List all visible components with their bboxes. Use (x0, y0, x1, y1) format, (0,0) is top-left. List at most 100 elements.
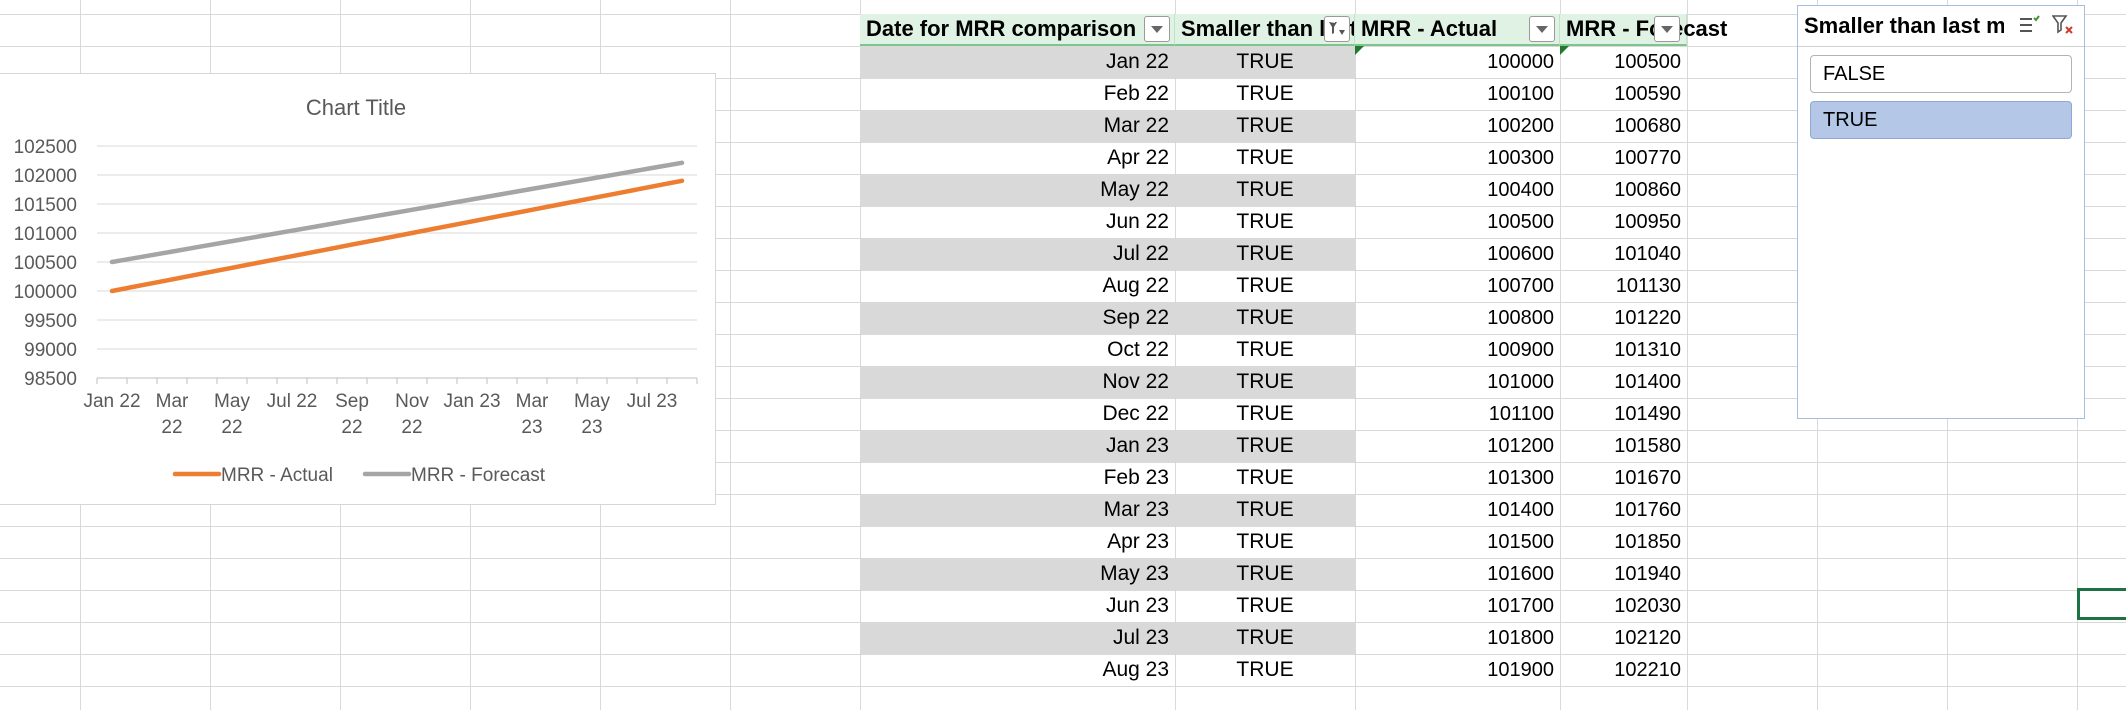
cell-smaller[interactable]: TRUE (1175, 590, 1355, 622)
table-row[interactable]: Oct 22 TRUE 100900 101310 (860, 334, 1687, 366)
cell-smaller[interactable]: TRUE (1175, 558, 1355, 590)
cell-actual[interactable]: 100900 (1355, 334, 1560, 366)
slicer-panel[interactable]: Smaller than last mo... FALSE TRUE (1797, 5, 2085, 419)
cell-actual[interactable]: 100200 (1355, 110, 1560, 142)
table-row[interactable]: Feb 23 TRUE 101300 101670 (860, 462, 1687, 494)
table-row[interactable]: Dec 22 TRUE 101100 101490 (860, 398, 1687, 430)
cell-actual[interactable]: 100100 (1355, 78, 1560, 110)
cell-smaller[interactable]: TRUE (1175, 78, 1355, 110)
cell-forecast[interactable]: 101400 (1560, 366, 1687, 398)
clear-filter-icon[interactable] (2051, 15, 2074, 40)
header-smaller[interactable]: Smaller than last month (1175, 14, 1355, 46)
cell-actual[interactable]: 100000 (1355, 46, 1560, 78)
cell-smaller[interactable]: TRUE (1175, 526, 1355, 558)
cell-date[interactable]: Feb 23 (860, 462, 1175, 494)
cell-actual[interactable]: 101100 (1355, 398, 1560, 430)
cell-forecast[interactable]: 101850 (1560, 526, 1687, 558)
cell-actual[interactable]: 101400 (1355, 494, 1560, 526)
table-row[interactable]: Apr 22 TRUE 100300 100770 (860, 142, 1687, 174)
cell-date[interactable]: Aug 23 (860, 654, 1175, 686)
cell-forecast[interactable]: 100680 (1560, 110, 1687, 142)
cell-date[interactable]: Apr 22 (860, 142, 1175, 174)
cell-date[interactable]: Jul 22 (860, 238, 1175, 270)
table-row[interactable]: Jun 23 TRUE 101700 102030 (860, 590, 1687, 622)
cell-actual[interactable]: 101600 (1355, 558, 1560, 590)
filter-dropdown-button[interactable] (1529, 16, 1555, 42)
cell-forecast[interactable]: 101040 (1560, 238, 1687, 270)
table-row[interactable]: Mar 23 TRUE 101400 101760 (860, 494, 1687, 526)
table-row[interactable]: Jul 23 TRUE 101800 102120 (860, 622, 1687, 654)
table-row[interactable]: Jun 22 TRUE 100500 100950 (860, 206, 1687, 238)
filter-dropdown-button[interactable] (1654, 16, 1680, 42)
table-row[interactable]: Aug 23 TRUE 101900 102210 (860, 654, 1687, 686)
cell-date[interactable]: May 23 (860, 558, 1175, 590)
table-row[interactable]: Aug 22 TRUE 100700 101130 (860, 270, 1687, 302)
cell-actual[interactable]: 101500 (1355, 526, 1560, 558)
cell-smaller[interactable]: TRUE (1175, 462, 1355, 494)
cell-smaller[interactable]: TRUE (1175, 238, 1355, 270)
cell-smaller[interactable]: TRUE (1175, 270, 1355, 302)
cell-date[interactable]: Mar 22 (860, 110, 1175, 142)
table-row[interactable]: Jan 23 TRUE 101200 101580 (860, 430, 1687, 462)
cell-smaller[interactable]: TRUE (1175, 142, 1355, 174)
cell-forecast[interactable]: 101130 (1560, 270, 1687, 302)
cell-forecast[interactable]: 102030 (1560, 590, 1687, 622)
active-cell-selection[interactable] (2077, 588, 2126, 620)
cell-forecast[interactable]: 102120 (1560, 622, 1687, 654)
mrr-table[interactable]: Date for MRR comparison Smaller than las… (860, 14, 1727, 686)
slicer-item-true[interactable]: TRUE (1810, 101, 2072, 139)
cell-date[interactable]: Aug 22 (860, 270, 1175, 302)
cell-date[interactable]: Jan 23 (860, 430, 1175, 462)
cell-date[interactable]: Jun 22 (860, 206, 1175, 238)
cell-date[interactable]: Jul 23 (860, 622, 1175, 654)
cell-date[interactable]: Oct 22 (860, 334, 1175, 366)
table-row[interactable]: Jul 22 TRUE 100600 101040 (860, 238, 1687, 270)
header-actual[interactable]: MRR - Actual (1355, 14, 1560, 46)
cell-actual[interactable]: 100400 (1355, 174, 1560, 206)
table-row[interactable]: Nov 22 TRUE 101000 101400 (860, 366, 1687, 398)
cell-actual[interactable]: 100300 (1355, 142, 1560, 174)
cell-smaller[interactable]: TRUE (1175, 366, 1355, 398)
cell-actual[interactable]: 101200 (1355, 430, 1560, 462)
cell-actual[interactable]: 101900 (1355, 654, 1560, 686)
cell-forecast[interactable]: 101940 (1560, 558, 1687, 590)
filter-active-button[interactable] (1324, 16, 1350, 42)
cell-actual[interactable]: 100700 (1355, 270, 1560, 302)
cell-forecast[interactable]: 101760 (1560, 494, 1687, 526)
cell-date[interactable]: Apr 23 (860, 526, 1175, 558)
cell-smaller[interactable]: TRUE (1175, 398, 1355, 430)
cell-actual[interactable]: 100800 (1355, 302, 1560, 334)
table-row[interactable]: Apr 23 TRUE 101500 101850 (860, 526, 1687, 558)
cell-forecast[interactable]: 100500 (1560, 46, 1687, 78)
multi-select-icon[interactable] (2018, 15, 2040, 40)
table-row[interactable]: Sep 22 TRUE 100800 101220 (860, 302, 1687, 334)
table-row[interactable]: May 23 TRUE 101600 101940 (860, 558, 1687, 590)
table-row[interactable]: Mar 22 TRUE 100200 100680 (860, 110, 1687, 142)
cell-smaller[interactable]: TRUE (1175, 110, 1355, 142)
cell-date[interactable]: Mar 23 (860, 494, 1175, 526)
cell-date[interactable]: Feb 22 (860, 78, 1175, 110)
cell-forecast[interactable]: 101310 (1560, 334, 1687, 366)
filter-dropdown-button[interactable] (1144, 16, 1170, 42)
cell-forecast[interactable]: 102210 (1560, 654, 1687, 686)
cell-date[interactable]: Dec 22 (860, 398, 1175, 430)
cell-date[interactable]: Sep 22 (860, 302, 1175, 334)
cell-date[interactable]: Jan 22 (860, 46, 1175, 78)
cell-smaller[interactable]: TRUE (1175, 430, 1355, 462)
cell-actual[interactable]: 101700 (1355, 590, 1560, 622)
header-date[interactable]: Date for MRR comparison (860, 14, 1175, 46)
cell-actual[interactable]: 101800 (1355, 622, 1560, 654)
cell-actual[interactable]: 100500 (1355, 206, 1560, 238)
cell-smaller[interactable]: TRUE (1175, 654, 1355, 686)
cell-actual[interactable]: 101300 (1355, 462, 1560, 494)
table-row[interactable]: Feb 22 TRUE 100100 100590 (860, 78, 1687, 110)
cell-forecast[interactable]: 100860 (1560, 174, 1687, 206)
cell-smaller[interactable]: TRUE (1175, 494, 1355, 526)
cell-smaller[interactable]: TRUE (1175, 206, 1355, 238)
cell-date[interactable]: May 22 (860, 174, 1175, 206)
cell-smaller[interactable]: TRUE (1175, 622, 1355, 654)
cell-smaller[interactable]: TRUE (1175, 302, 1355, 334)
slicer-item-false[interactable]: FALSE (1810, 55, 2072, 93)
cell-actual[interactable]: 100600 (1355, 238, 1560, 270)
cell-forecast[interactable]: 100950 (1560, 206, 1687, 238)
